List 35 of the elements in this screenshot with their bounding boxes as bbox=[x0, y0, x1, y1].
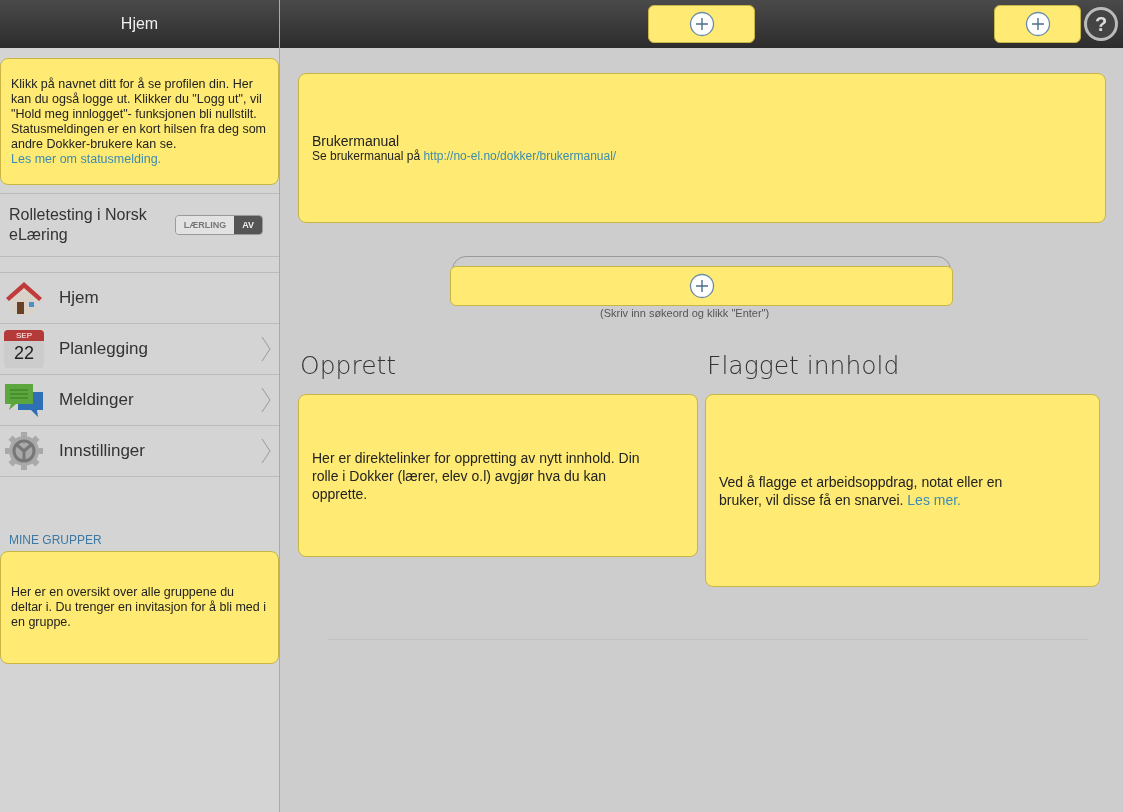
help-text: Ved å flagge et arbeidsoppdrag, notat eller en bruker, vil disse få en snarvei. Les mer. bbox=[719, 472, 1004, 509]
nav-item[interactable]: Hjem bbox=[0, 273, 279, 324]
help-button[interactable]: ? bbox=[1084, 7, 1118, 41]
gear-icon bbox=[4, 431, 44, 471]
search-hint: (Skriv inn søkeord og klikk "Enter") bbox=[600, 307, 770, 319]
section-heading: Opprett bbox=[300, 351, 398, 380]
nav-label: Meldinger bbox=[59, 390, 135, 410]
plus-icon bbox=[688, 11, 715, 37]
help-text: Her er direktelinker for oppretting av nytt innhold. Din rolle i Dokker (lærer, elev o.l) avgjør hva du kan opprette. bbox=[312, 448, 641, 503]
nav-item[interactable]: Meldinger bbox=[0, 375, 279, 426]
role-toggle[interactable]: LÆRLING AV bbox=[174, 215, 263, 235]
groups-heading: MINE GRUPPER bbox=[8, 533, 103, 547]
chevron-icon bbox=[261, 336, 271, 362]
toggle-option[interactable]: AV bbox=[234, 216, 262, 234]
section-heading: Flagget innhold bbox=[707, 351, 901, 380]
chevron-icon bbox=[261, 387, 271, 413]
nav-item[interactable]: SEP 22 Planlegging bbox=[0, 324, 279, 375]
plus-icon bbox=[688, 273, 715, 299]
toggle-option[interactable]: LÆRLING bbox=[175, 216, 235, 234]
note-title: Brukermanual bbox=[312, 133, 400, 149]
add-button[interactable] bbox=[648, 5, 755, 43]
add-button[interactable] bbox=[994, 5, 1081, 43]
help-text: Her er en oversikt over alle gruppene du deltar i. Du trenger en invitasjon for å bli med i en gruppe. bbox=[11, 585, 267, 630]
chevron-icon bbox=[261, 438, 271, 464]
calendar-day: 22 bbox=[14, 341, 34, 366]
role-label: Rolletesting i Norsk eLæring bbox=[9, 205, 148, 245]
help-text: Se brukermanual på http://no-el.no/dokker/brukermanual/ bbox=[312, 149, 617, 163]
nav-label: Innstillinger bbox=[59, 441, 146, 461]
nav-label: Hjem bbox=[59, 288, 100, 308]
help-text: Klikk på navnet ditt for å se profilen din. Her kan du også logge ut. Klikker du "Logg ut", vil "Hold meg innlogget"- funksjonen bli nullstilt. Statusmeldingen er en kort hilsen fra deg som andre Dokker-brukere kan se. Les mer om statusmelding. bbox=[11, 76, 267, 167]
nav-label: Planlegging bbox=[59, 339, 149, 359]
nav-item[interactable]: Innstillinger bbox=[0, 426, 279, 477]
calendar-month: SEP bbox=[4, 330, 44, 341]
plus-icon bbox=[1024, 11, 1051, 37]
sidebar-title: Hjem bbox=[120, 15, 159, 33]
